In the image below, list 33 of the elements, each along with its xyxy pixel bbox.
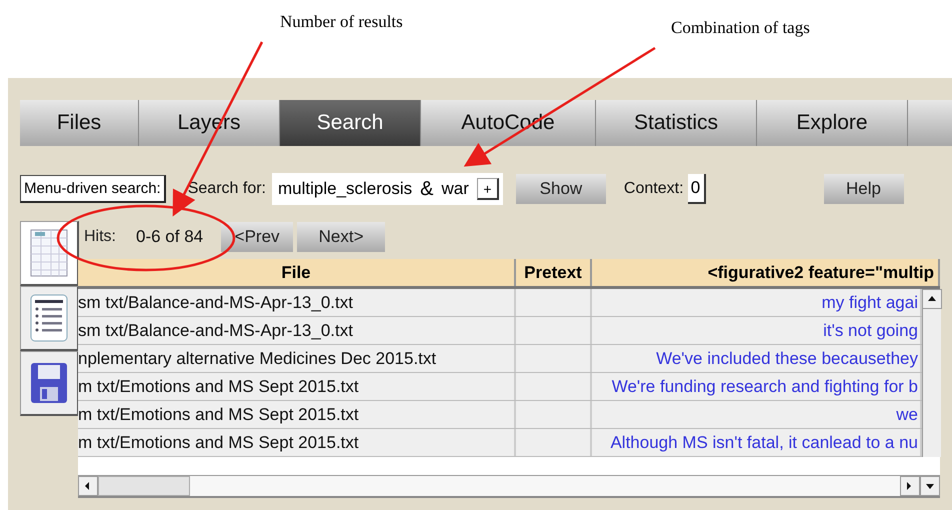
vertical-scrollbar[interactable]: [922, 289, 941, 457]
spreadsheet-icon: [29, 228, 69, 278]
show-button[interactable]: Show: [516, 174, 606, 204]
add-button[interactable]: +: [476, 178, 499, 200]
tab[interactable]: Files: [20, 100, 139, 146]
horizontal-scrollbar[interactable]: [78, 475, 940, 496]
summary-tab[interactable]: [20, 286, 79, 351]
hits-count: 0-6 of 84: [136, 227, 204, 247]
table-cell: m txt/Emotions and MS Sept 2015.txt: [78, 429, 516, 456]
context-label: Context:: [624, 180, 684, 198]
column-header[interactable]: Pretext: [516, 259, 592, 286]
prev-button[interactable]: <Prev: [221, 222, 294, 252]
annotation-label: Combination of tags: [671, 18, 810, 38]
help-button[interactable]: Help: [824, 174, 904, 204]
hits-label: Hits:: [84, 228, 116, 246]
column-header[interactable]: <figurative2 feature="multip: [592, 259, 940, 286]
annotation-label: Number of results: [280, 12, 403, 32]
save-tab[interactable]: [20, 351, 79, 416]
table-view-tab[interactable]: [20, 221, 79, 286]
scroll-thumb[interactable]: [98, 476, 190, 496]
save-icon: [29, 361, 69, 405]
tab[interactable]: Search: [280, 100, 421, 146]
search-mode-button[interactable]: Menu-driven search:: [20, 175, 166, 203]
tab[interactable]: Explore: [757, 100, 908, 146]
column-header[interactable]: File: [78, 259, 516, 286]
tab[interactable]: Statistics: [596, 100, 757, 146]
context-field[interactable]: 0: [688, 174, 706, 204]
scroll-up-icon[interactable]: [927, 294, 937, 304]
scroll-down-icon[interactable]: [925, 481, 935, 491]
search-field[interactable]: multiple_sclerosis & war +: [272, 173, 503, 205]
search-label: Search for:: [188, 180, 266, 198]
next-button[interactable]: Next>: [297, 222, 386, 252]
summary-icon: [29, 293, 69, 343]
